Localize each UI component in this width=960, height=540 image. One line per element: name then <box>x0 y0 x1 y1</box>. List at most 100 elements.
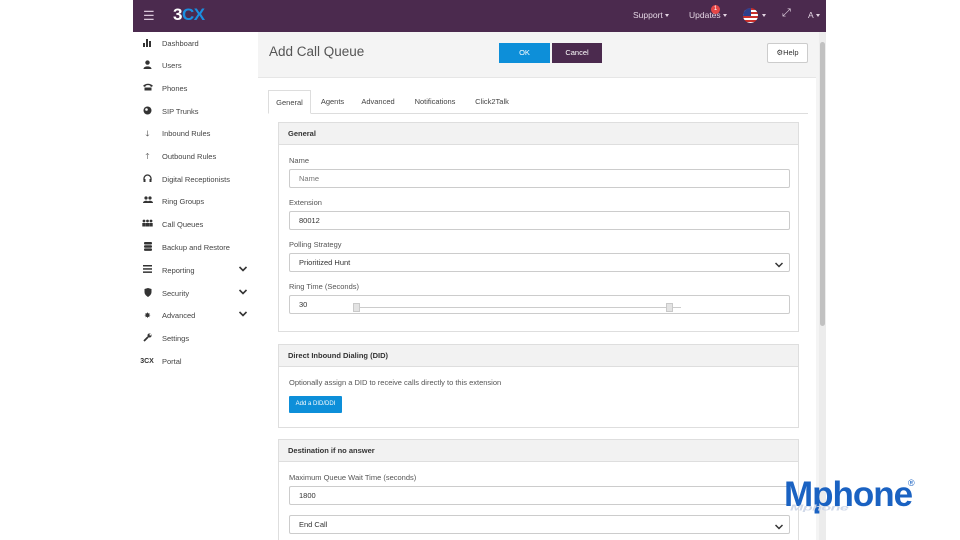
sidebar-item-advanced[interactable]: ✸ Advanced <box>133 307 258 325</box>
fullscreen-icon[interactable]: ⤢ <box>782 7 791 20</box>
registered-mark: ® <box>908 478 915 488</box>
sidebar-item-label: Digital Receptionists <box>162 175 230 184</box>
polling-strategy-select[interactable]: Prioritized Hunt <box>289 253 790 272</box>
chevron-down-icon <box>774 519 784 536</box>
tab-general[interactable]: General <box>268 90 311 114</box>
help-button[interactable]: ⚙Help <box>767 43 808 63</box>
sidebar-item-dashboard[interactable]: Dashboard <box>133 35 258 53</box>
caret-down-icon <box>762 14 766 18</box>
headset-icon <box>142 174 153 185</box>
extension-label: Extension <box>289 198 322 207</box>
top-bar: ☰ 3CX Support Updates 1 ⤢ A <box>133 0 826 32</box>
sidebar-item-label: Security <box>162 289 190 298</box>
sidebar-item-label: Phones <box>162 84 188 93</box>
sidebar-item-outbound-rules[interactable]: 🡑 Outbound Rules <box>133 148 258 166</box>
caret-down-icon <box>722 14 727 18</box>
name-label: Name <box>289 156 310 165</box>
sidebar-item-settings[interactable]: Settings <box>133 330 258 348</box>
sidebar-item-label: Backup and Restore <box>162 243 230 252</box>
sidebar-item-label: Reporting <box>162 266 195 275</box>
us-flag-icon[interactable] <box>743 8 758 23</box>
cancel-button[interactable]: Cancel <box>552 43 602 63</box>
chevron-down-icon <box>774 257 784 274</box>
sidebar-item-security[interactable]: Security <box>133 285 258 303</box>
sidebar-item-label: Users <box>162 61 182 70</box>
sidebar-item-backup-and-restore[interactable]: Backup and Restore <box>133 239 258 257</box>
slider-handle-left[interactable] <box>353 303 360 312</box>
sidebar-item-digital-receptionists[interactable]: Digital Receptionists <box>133 171 258 189</box>
sidebar-item-inbound-rules[interactable]: 🡓 Inbound Rules <box>133 125 258 143</box>
tab-notifications[interactable]: Notifications <box>403 90 467 114</box>
flag-canton <box>743 8 751 16</box>
app-logo[interactable]: 3CX <box>173 5 205 25</box>
page-title: Add Call Queue <box>269 44 365 59</box>
hamburger-menu-icon[interactable]: ☰ <box>143 8 155 24</box>
did-section: Direct Inbound Dialing (DID) Optionally … <box>278 344 799 428</box>
sidebar-item-label: Dashboard <box>162 39 199 48</box>
ring-time-slider-track[interactable] <box>355 307 681 308</box>
tab-advanced[interactable]: Advanced <box>354 90 402 114</box>
sidebar: Dashboard Users Phones SIP Trunks 🡓 Inbo… <box>133 32 258 540</box>
polling-strategy-value: Prioritized Hunt <box>299 258 351 267</box>
cog-icon: ✸ <box>144 311 151 320</box>
no-answer-section-heading: Destination if no answer <box>279 440 798 462</box>
general-section-heading: General <box>279 123 798 145</box>
max-wait-input[interactable]: 1800 <box>289 486 790 505</box>
no-answer-destination-select[interactable]: End Call <box>289 515 790 534</box>
sidebar-item-label: Advanced <box>162 311 196 320</box>
did-section-heading: Direct Inbound Dialing (DID) <box>279 345 798 367</box>
extension-input[interactable]: 80012 <box>289 211 790 230</box>
wrench-icon <box>142 333 153 344</box>
sidebar-item-label: Portal <box>162 357 182 366</box>
ring-time-label: Ring Time (Seconds) <box>289 282 360 291</box>
chevron-down-icon[interactable] <box>238 287 248 297</box>
form-panel: General Agents Advanced Notifications Cl… <box>258 77 816 540</box>
tab-agents[interactable]: Agents <box>312 90 353 114</box>
support-menu[interactable]: Support <box>633 10 669 20</box>
help-label: Help <box>783 48 799 57</box>
group-icon <box>142 196 153 207</box>
slider-handle-right[interactable] <box>666 303 673 312</box>
user-menu[interactable]: A <box>808 10 820 20</box>
tab-bar: General Agents Advanced Notifications Cl… <box>268 90 808 114</box>
add-did-button[interactable]: Add a DID/DDI <box>289 396 342 413</box>
caret-down-icon <box>664 14 669 18</box>
database-icon <box>142 242 153 253</box>
logo-part-cx: CX <box>181 5 205 24</box>
updates-menu[interactable]: Updates <box>689 10 727 20</box>
main-content: Add Call Queue OK Cancel ⚙Help General A… <box>258 32 816 540</box>
sidebar-item-phones[interactable]: Phones <box>133 80 258 98</box>
support-label: Support <box>633 10 663 20</box>
general-section: General Name Extension 80012 Polling Str… <box>278 122 799 332</box>
vertical-scrollbar[interactable] <box>819 32 826 540</box>
sidebar-item-reporting[interactable]: Reporting <box>133 262 258 280</box>
ring-time-input[interactable]: 30 <box>289 295 790 314</box>
language-caret[interactable] <box>760 10 766 20</box>
name-input[interactable] <box>289 169 790 188</box>
ring-time-value: 30 <box>299 300 308 309</box>
sidebar-item-call-queues[interactable]: Call Queues <box>133 216 258 234</box>
globe-icon <box>142 106 153 117</box>
phone-icon <box>142 83 153 94</box>
app-frame: ☰ 3CX Support Updates 1 ⤢ A Dashboard Us… <box>133 0 826 540</box>
sidebar-item-users[interactable]: Users <box>133 57 258 75</box>
sidebar-item-label: Outbound Rules <box>162 152 217 161</box>
bar-chart-icon <box>142 38 153 49</box>
chevron-down-icon[interactable] <box>238 264 248 274</box>
mphone-watermark-logo: Mphone ® Mphone <box>784 475 924 520</box>
sidebar-item-label: Call Queues <box>162 220 204 229</box>
updates-count-badge: 1 <box>711 5 720 14</box>
sidebar-item-sip-trunks[interactable]: SIP Trunks <box>133 103 258 121</box>
sidebar-item-ring-groups[interactable]: Ring Groups <box>133 193 258 211</box>
extension-value: 80012 <box>299 216 320 225</box>
user-initial: A <box>808 10 814 20</box>
polling-strategy-label: Polling Strategy <box>289 240 342 249</box>
tab-click2talk[interactable]: Click2Talk <box>468 90 516 114</box>
sidebar-item-label: SIP Trunks <box>162 107 199 116</box>
did-description: Optionally assign a DID to receive calls… <box>289 378 502 387</box>
sidebar-item-portal[interactable]: 3CX Portal <box>133 353 258 371</box>
scrollbar-thumb[interactable] <box>820 42 825 326</box>
sidebar-item-label: Inbound Rules <box>162 129 211 138</box>
chevron-down-icon[interactable] <box>238 309 248 319</box>
ok-button[interactable]: OK <box>499 43 550 63</box>
